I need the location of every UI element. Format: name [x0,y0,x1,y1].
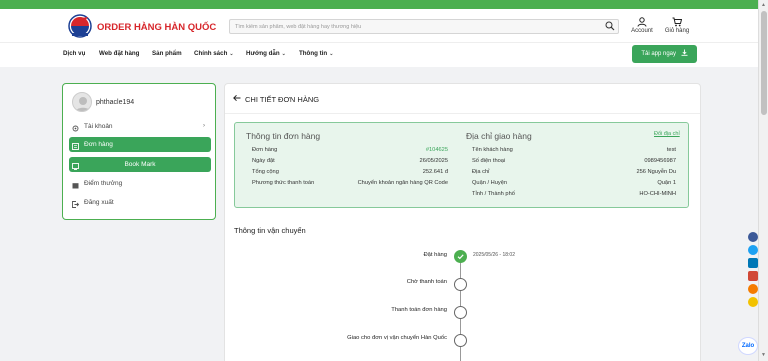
order-date-value: 26/05/2025 [419,158,448,164]
username: phthacle194 [96,99,135,106]
scrollbar-thumb[interactable] [761,11,767,115]
chevron-down-icon: ⌄ [329,51,334,57]
district-value: Quận 1 [657,180,676,186]
cart-button[interactable]: Giỏ hàng [662,17,692,34]
facebook-icon[interactable] [748,232,758,242]
cart-icon [672,17,682,27]
nav-item-dich-vu[interactable]: Dịch vụ [63,50,85,57]
twitter-icon[interactable] [748,245,758,255]
top-accent-strip [0,0,758,9]
chat-icon[interactable] [748,297,758,307]
email-icon[interactable] [748,271,758,281]
timeline-step-dot [454,278,467,291]
blogger-icon[interactable] [748,284,758,294]
customer-name-value: test [666,147,676,153]
page-title: CHI TIẾT ĐƠN HÀNG [245,95,320,104]
customer-name-label: Tên khách hàng [472,147,513,153]
zalo-chat-button[interactable]: Zalo [738,337,758,355]
phone-value: 0989456987 [644,158,676,164]
sidebar-item-bookmark[interactable]: Book Mark [69,157,211,172]
chevron-down-icon: ⌄ [281,51,286,57]
phone-label: Số điện thoại [472,158,506,164]
scroll-down-arrow-icon[interactable]: ▼ [761,352,766,358]
logout-icon [72,199,80,214]
search-bar [229,19,619,34]
timeline-step-label: Đặt hàng [423,252,447,258]
check-icon [457,254,464,260]
cart-label: Giỏ hàng [664,28,690,34]
sidebar-item-account[interactable]: Tài khoản › [69,119,211,134]
address-label: Địa chỉ [472,169,490,175]
scroll-up-arrow-icon[interactable]: ▲ [761,2,766,8]
order-id-label: Đơn hàng [252,147,278,153]
list-icon [72,141,79,156]
chevron-down-icon: ⌄ [229,51,234,57]
site-header: ORDER HÀNG HÀN QUỐC Account Giỏ hàng [0,9,758,42]
search-input[interactable] [230,20,590,33]
timeline-step-label: Giao cho đơn vị vận chuyển Hàn Quốc [347,335,447,341]
address-value: 256 Nguyễn Du [636,169,676,175]
account-button[interactable]: Account [627,17,657,34]
city-value: HO-CHI-MINH [639,191,676,197]
timeline-step-label: Chờ thanh toán [406,279,447,285]
divider [225,113,700,114]
city-label: Tỉnh / Thành phố [472,191,515,197]
order-date-label: Ngày đặt [252,158,275,164]
change-address-link[interactable]: Đổi địa chỉ [654,131,680,137]
order-id-value: #104625 [425,147,448,153]
download-app-button[interactable]: Tải app ngay [632,45,697,63]
back-arrow-icon[interactable] [233,94,241,104]
nav-item-thong-tin[interactable]: Thông tin ⌄ [299,50,333,57]
payment-method-label: Phương thức thanh toán [252,180,315,186]
brand-name[interactable]: ORDER HÀNG HÀN QUỐC [97,22,216,33]
order-info-heading: Thông tin đơn hàng [246,131,321,141]
search-icon[interactable] [605,21,615,33]
nav-item-huong-dan[interactable]: Hướng dẫn ⌄ [246,50,286,57]
user-icon [637,17,647,27]
chevron-right-icon: › [203,123,205,129]
nav-item-san-pham[interactable]: Sản phẩm [152,50,182,57]
order-detail-panel: CHI TIẾT ĐƠN HÀNG Thông tin đơn hàng Địa… [224,83,701,361]
gift-icon [72,180,79,195]
nav-item-chinh-sach[interactable]: Chính sách ⌄ [194,50,234,57]
sidebar-item-reward-points[interactable]: Điểm thưởng [69,176,211,191]
bookmark-icon [72,161,79,176]
download-icon [681,49,688,56]
order-summary-box: Thông tin đơn hàng Địa chỉ giao hàng Đổi… [234,122,689,208]
main-nav: Dịch vụ Web đặt hàng Sản phẩm Chính sách… [0,42,758,67]
timeline-step-label: Thanh toán đơn hàng [391,307,447,313]
address-heading: Địa chỉ giao hàng [466,131,532,141]
payment-method-value: Chuyển khoản ngân hàng QR Code [357,180,448,186]
timeline-step-done-dot [454,250,467,263]
timeline-step-dot [454,334,467,347]
timeline-step-dot [454,306,467,319]
district-label: Quận / Huyện [472,180,508,186]
shipping-info-title: Thông tin vận chuyển [234,226,306,235]
order-total-value: 252.641 đ [422,169,448,175]
linkedin-icon[interactable] [748,258,758,268]
page-scrollbar[interactable]: ▲ ▼ [758,0,768,361]
site-logo[interactable] [66,13,94,39]
sidebar-item-logout[interactable]: Đăng xuất [69,195,211,210]
gear-icon [72,123,79,138]
timeline-step-time: 2025/05/26 - 18:02 [473,252,515,258]
avatar [72,92,92,112]
order-total-label: Tổng cộng [252,169,279,175]
account-sidebar: phthacle194 Tài khoản › Đơn hàng Book Ma… [62,83,216,220]
sidebar-item-orders[interactable]: Đơn hàng [69,137,211,152]
nav-item-web-dat-hang[interactable]: Web đặt hàng [99,50,139,57]
account-label: Account [631,28,653,34]
